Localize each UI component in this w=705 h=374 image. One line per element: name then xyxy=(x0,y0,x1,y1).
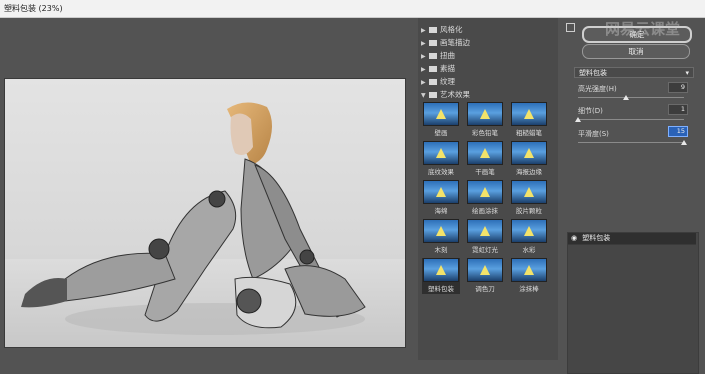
category-stylize[interactable]: ▶ 风格化 xyxy=(421,24,555,35)
filter-thumb[interactable]: 绘画涂抹 xyxy=(466,180,504,216)
highlight-strength-label: 高光强度(H) xyxy=(578,85,617,93)
filter-thumb[interactable]: 霓虹灯光 xyxy=(466,219,504,255)
filter-thumb[interactable]: 木刻 xyxy=(422,219,460,255)
filter-thumb[interactable]: 粗糙蜡笔 xyxy=(510,102,548,138)
filter-preview-image xyxy=(423,102,459,126)
folder-icon xyxy=(429,66,437,72)
collapse-arrow-icon: ▼ xyxy=(421,92,426,99)
highlight-strength-input[interactable]: 9 xyxy=(668,82,688,93)
smoothness-label: 平滑度(S) xyxy=(578,130,609,138)
filter-gallery: ▶ 风格化 ▶ 画笔描边 ▶ 扭曲 ▶ 素描 ▶ 纹理 ▼ 艺术效果 壁画 彩色铅笔 粗糙蜡… xyxy=(418,18,558,360)
robot-figure-image xyxy=(5,102,405,347)
preview-area[interactable] xyxy=(0,18,418,360)
filter-preview-image xyxy=(511,219,547,243)
category-artistic[interactable]: ▼ 艺术效果 xyxy=(421,89,555,100)
filter-preview-image xyxy=(467,258,503,282)
cancel-button[interactable]: 取消 xyxy=(582,44,690,59)
watermark-logo: 网易云课堂 xyxy=(605,20,681,38)
folder-open-icon xyxy=(429,92,437,98)
expand-arrow-icon: ▶ xyxy=(421,79,426,86)
slider-handle[interactable] xyxy=(575,117,581,122)
detail-input[interactable]: 1 xyxy=(668,104,688,115)
preview-image xyxy=(4,78,406,348)
effect-layers-panel: ◉ 塑料包装 xyxy=(567,232,699,374)
filter-thumb[interactable]: 涂抹棒 xyxy=(510,258,548,294)
filter-thumb[interactable]: 调色刀 xyxy=(466,258,504,294)
filter-thumb[interactable]: 干画笔 xyxy=(466,141,504,177)
filter-thumb-selected[interactable]: 塑料包装 xyxy=(422,258,460,294)
highlight-strength-slider[interactable] xyxy=(578,97,684,98)
slider-handle[interactable] xyxy=(681,140,687,145)
category-brush-strokes[interactable]: ▶ 画笔描边 xyxy=(421,37,555,48)
expand-arrow-icon: ▶ xyxy=(421,66,426,73)
smoothness-slider[interactable] xyxy=(578,142,684,143)
smoothness-input[interactable]: 15 xyxy=(668,126,688,137)
settings-panel: 确定 取消 塑料包装 ▾ 高光强度(H) 9 细节(D) 1 平滑度(S) 15… xyxy=(560,18,705,374)
filter-preview-image xyxy=(511,258,547,282)
expand-arrow-icon: ▶ xyxy=(421,27,426,34)
filter-preview-image xyxy=(467,102,503,126)
expand-arrow-icon: ▶ xyxy=(421,53,426,60)
filter-select[interactable]: 塑料包装 ▾ xyxy=(574,67,694,78)
slider-handle[interactable] xyxy=(622,95,629,100)
eye-icon[interactable]: ◉ xyxy=(568,233,580,244)
folder-icon xyxy=(429,53,437,59)
folder-icon xyxy=(429,79,437,85)
category-texture[interactable]: ▶ 纹理 xyxy=(421,76,555,87)
category-distort[interactable]: ▶ 扭曲 xyxy=(421,50,555,61)
filter-thumb[interactable]: 水彩 xyxy=(510,219,548,255)
toggle-gallery-icon[interactable] xyxy=(566,23,575,32)
window-titlebar: 塑料包装 (23%) xyxy=(0,0,705,18)
filter-thumb[interactable]: 底纹效果 xyxy=(422,141,460,177)
filter-preview-image xyxy=(511,180,547,204)
filter-preview-image xyxy=(467,219,503,243)
filter-preview-image xyxy=(423,180,459,204)
filter-thumb[interactable]: 海报边缘 xyxy=(510,141,548,177)
folder-icon xyxy=(429,40,437,46)
filter-thumb[interactable]: 胶片颗粒 xyxy=(510,180,548,216)
filter-preview-image xyxy=(467,180,503,204)
category-sketch[interactable]: ▶ 素描 xyxy=(421,63,555,74)
window-title: 塑料包装 (23%) xyxy=(4,4,63,13)
filter-thumb[interactable]: 壁画 xyxy=(422,102,460,138)
filter-thumb[interactable]: 海绵 xyxy=(422,180,460,216)
expand-arrow-icon: ▶ xyxy=(421,40,426,47)
filter-preview-image xyxy=(423,258,459,282)
chevron-down-icon: ▾ xyxy=(685,69,689,77)
filter-preview-image xyxy=(423,141,459,165)
filter-preview-image xyxy=(467,141,503,165)
filter-preview-image xyxy=(423,219,459,243)
effect-layer-row[interactable]: ◉ 塑料包装 xyxy=(568,233,696,245)
detail-slider[interactable] xyxy=(578,119,684,120)
detail-label: 细节(D) xyxy=(578,107,603,115)
filter-preview-image xyxy=(511,102,547,126)
filter-thumb[interactable]: 彩色铅笔 xyxy=(466,102,504,138)
filter-preview-image xyxy=(511,141,547,165)
folder-icon xyxy=(429,27,437,33)
